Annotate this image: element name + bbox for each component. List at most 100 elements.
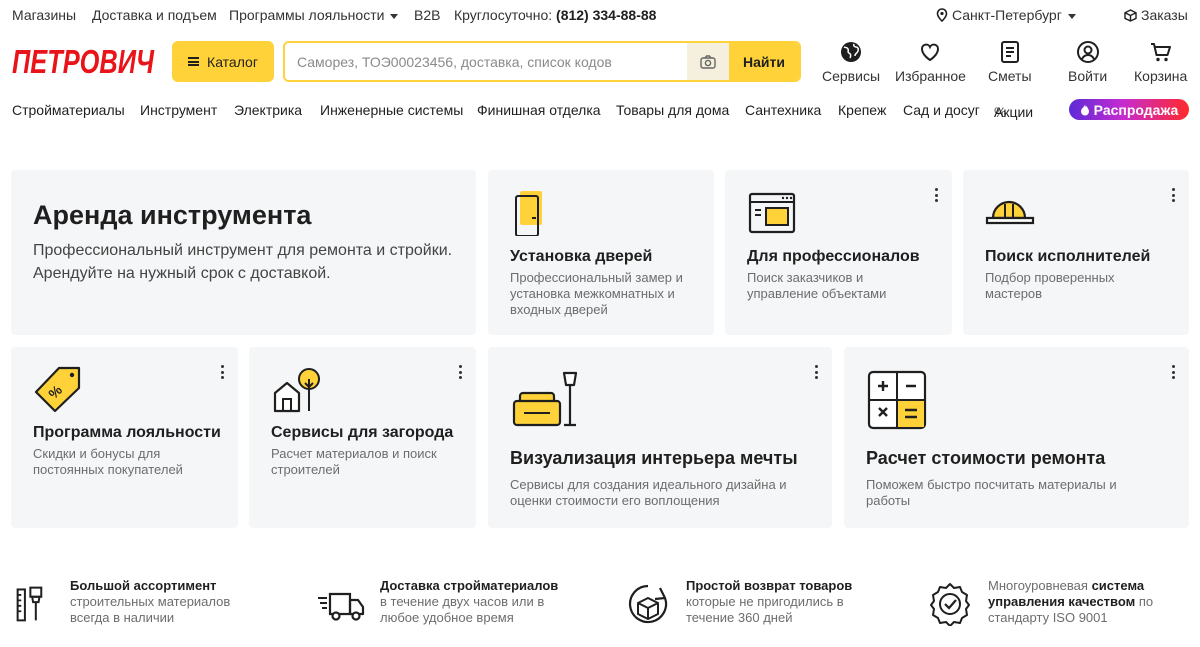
category-item[interactable]: Инженерные системы: [320, 102, 463, 118]
tools-icon: [16, 586, 43, 622]
loyalty-label: Программы лояльности: [229, 7, 385, 23]
hero-subtitle: Профессиональный инструмент для ремонта …: [33, 242, 453, 282]
door-icon: [515, 191, 542, 236]
services-label: Сервисы: [822, 68, 881, 84]
header-favorites[interactable]: Избранное: [895, 40, 966, 84]
petrovich-logo[interactable]: ПЕТРОВИЧ: [12, 41, 156, 81]
more-menu-icon[interactable]: [928, 186, 944, 204]
card-desc: Расчет материалов и поиск строителей: [271, 446, 437, 477]
header-services[interactable]: Сервисы: [822, 40, 880, 84]
sale-badge[interactable]: Распродажа: [1069, 99, 1189, 120]
catalog-label: Каталог: [207, 53, 258, 70]
cart-label: Корзина: [1134, 68, 1188, 84]
feature-pre: Многоуровневая: [988, 578, 1088, 593]
card-desc: Подбор проверенных мастеров: [985, 270, 1115, 301]
top-bar: Магазины Доставка и подъем Программы лоя…: [0, 0, 1200, 30]
hard-hat-icon: [985, 200, 1035, 225]
header-estimates[interactable]: Сметы: [988, 40, 1032, 84]
category-item[interactable]: Финишная отделка: [477, 102, 601, 118]
phone-number[interactable]: (812) 334-88-88: [556, 7, 656, 23]
header-login[interactable]: Войти: [1068, 40, 1107, 84]
login-label: Войти: [1068, 68, 1108, 84]
card-desc: Профессиональный замер и установка межко…: [510, 270, 683, 317]
card-title: Поиск исполнителей: [985, 248, 1151, 265]
camera-search-button[interactable]: [687, 43, 729, 80]
discount-tag-icon: %: [34, 366, 81, 413]
loyalty-dropdown[interactable]: Программы лояльности: [229, 7, 399, 23]
card-desc: Поможем быстро посчитать материалы и раб…: [866, 477, 1117, 508]
logo-text: ПЕТРОВИЧ: [12, 43, 154, 80]
more-menu-icon[interactable]: [1165, 363, 1181, 381]
card-title: Расчет стоимости ремонта: [866, 448, 1106, 468]
more-menu-icon[interactable]: [808, 363, 824, 381]
b2b-link[interactable]: B2B: [414, 7, 440, 23]
user-icon: [1076, 41, 1099, 63]
card-title: Визуализация интерьера мечты: [510, 448, 798, 468]
document-icon: [1000, 41, 1019, 63]
hero-title: Аренда инструмента: [33, 200, 312, 230]
phone-label: Круглосуточно:: [454, 7, 553, 23]
service-card-estimate[interactable]: Расчет стоимости ремонта Поможем быстро …: [844, 347, 1189, 528]
feature-returns: Простой возврат товаров которые не приго…: [626, 578, 861, 626]
feature-quality: Многоуровневая система управления качест…: [928, 578, 1173, 626]
category-item[interactable]: Стройматериалы: [12, 102, 125, 118]
estimates-label: Сметы: [988, 68, 1032, 84]
category-item[interactable]: Товары для дома: [616, 102, 729, 118]
house-tree-icon: [273, 368, 320, 413]
more-menu-icon[interactable]: [214, 363, 230, 381]
search-input[interactable]: [285, 43, 687, 80]
category-item[interactable]: Сад и досуг: [903, 102, 980, 118]
sofa-lamp-icon: [512, 371, 578, 427]
service-card-contractors[interactable]: Поиск исполнителей Подбор проверенных ма…: [963, 170, 1189, 335]
service-card-country[interactable]: Сервисы для загорода Расчет материалов и…: [249, 347, 476, 528]
card-title: Установка дверей: [510, 248, 653, 265]
catalog-button[interactable]: Каталог: [172, 41, 274, 82]
sale-label: Распродажа: [1093, 101, 1179, 118]
orders-label: Заказы: [1141, 7, 1188, 23]
feature-text: которые не пригодились в течение 360 дне…: [686, 594, 844, 625]
feature-text: в течение двух часов или в любое удобное…: [380, 594, 545, 625]
feature-title: Большой ассортимент: [70, 578, 217, 593]
city-selector[interactable]: Санкт-Петербург: [936, 7, 1076, 23]
search-submit-button[interactable]: Найти: [729, 43, 799, 80]
service-card-pros[interactable]: Для профессионалов Поиск заказчиков и уп…: [725, 170, 952, 335]
card-title: Для профессионалов: [747, 248, 920, 265]
browser-window-icon: [748, 192, 796, 234]
camera-icon: [700, 54, 716, 69]
favorites-label: Избранное: [895, 68, 966, 84]
feature-assortment: Большой ассортимент строительных материа…: [14, 578, 245, 626]
card-desc: Сервисы для создания идеального дизайна …: [510, 477, 787, 508]
category-nav: Стройматериалы Инструмент Электрика Инже…: [0, 100, 1200, 120]
more-menu-icon[interactable]: [1165, 186, 1181, 204]
delivery-link[interactable]: Доставка и подъем: [92, 7, 217, 23]
menu-icon: [188, 57, 200, 66]
more-menu-icon[interactable]: [452, 363, 468, 381]
promotions-label: Акции: [994, 104, 1034, 120]
delivery-truck-icon: [318, 592, 365, 621]
feature-text: строительных материалов всегда в наличии: [70, 594, 231, 625]
phone-block: Круглосуточно: (812) 334-88-88: [454, 7, 656, 23]
card-desc: Скидки и бонусы для постоянных покупател…: [33, 446, 183, 477]
quality-badge-icon: [930, 583, 970, 626]
chevron-down-icon: [1067, 13, 1076, 19]
category-item[interactable]: Сантехника: [745, 102, 821, 118]
category-item[interactable]: Электрика: [234, 102, 302, 118]
flame-icon: [1080, 104, 1089, 116]
card-desc: Поиск заказчиков и управление объектами: [747, 270, 887, 301]
category-item[interactable]: Инструмент: [140, 102, 217, 118]
calculator-icon: [867, 370, 927, 430]
return-box-icon: [628, 584, 668, 624]
service-card-doors[interactable]: Установка дверей Профессиональный замер …: [488, 170, 714, 335]
service-card-loyalty[interactable]: % Программа лояльности Скидки и бонусы д…: [11, 347, 238, 528]
city-label: Санкт-Петербург: [952, 7, 1062, 23]
stores-link[interactable]: Магазины: [12, 7, 76, 23]
orders-link[interactable]: Заказы: [1124, 7, 1188, 23]
service-card-interior[interactable]: Визуализация интерьера мечты Сервисы для…: [488, 347, 832, 528]
heart-icon: [921, 43, 940, 62]
category-item[interactable]: Крепеж: [838, 102, 886, 118]
header-cart[interactable]: Корзина: [1134, 40, 1187, 84]
cart-icon: [1150, 43, 1171, 62]
card-title: Сервисы для загорода: [271, 424, 454, 441]
chevron-down-icon: [390, 13, 399, 19]
hero-card-tool-rental[interactable]: Аренда инструмента Профессиональный инст…: [11, 170, 476, 335]
